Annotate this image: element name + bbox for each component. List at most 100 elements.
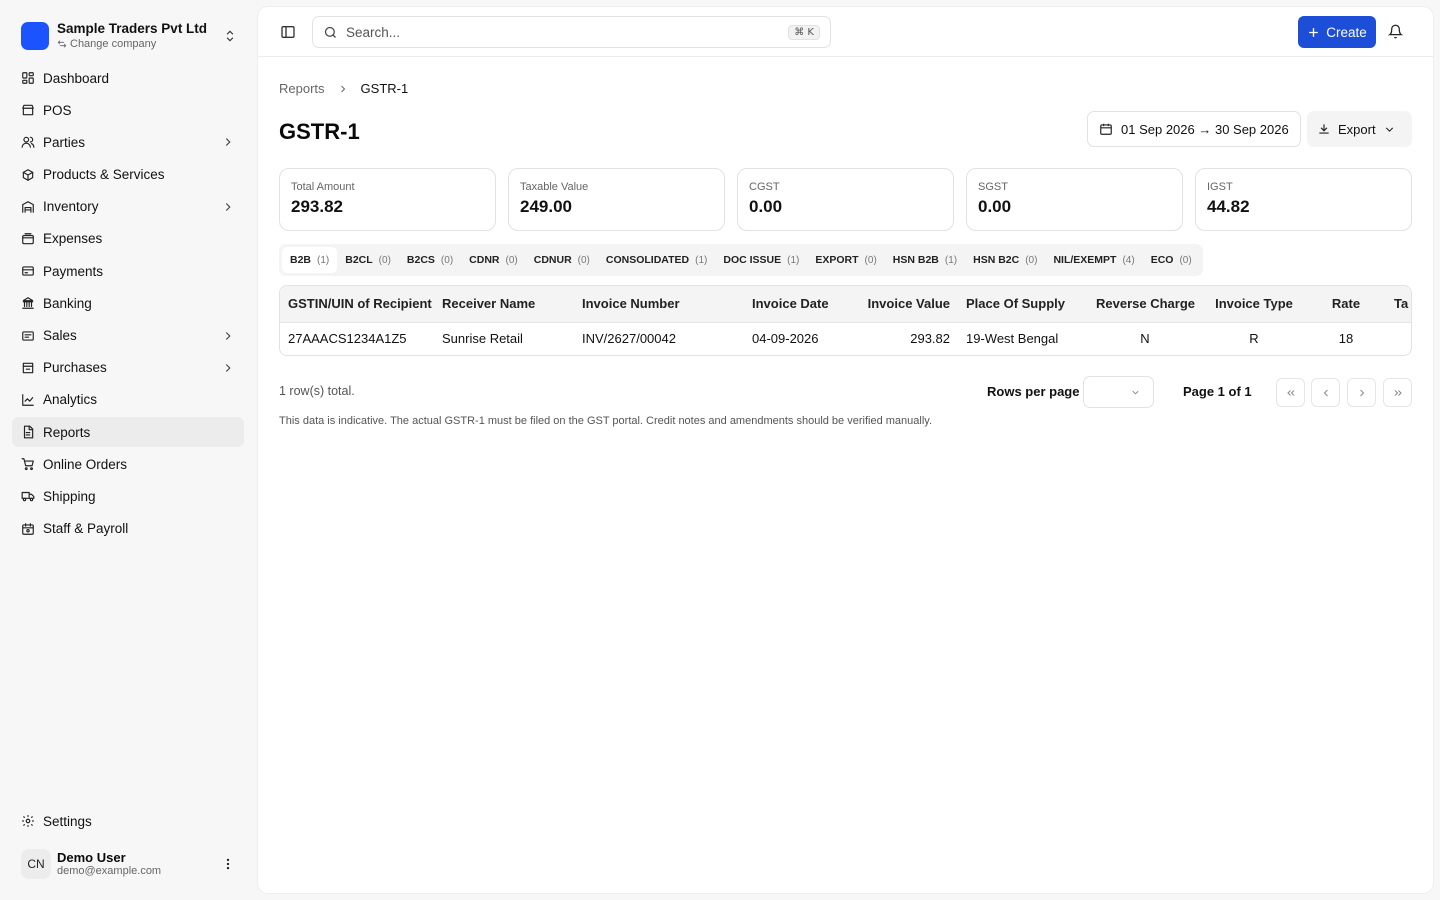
store-icon	[21, 103, 35, 117]
stat-card-cgst: CGST 0.00	[737, 168, 954, 231]
sidebar-item-parties[interactable]: Parties	[12, 127, 244, 157]
column-header[interactable]: Invoice Date	[744, 286, 844, 322]
table-cell	[1386, 322, 1411, 355]
stat-value: 44.82	[1207, 197, 1250, 216]
tab-eco[interactable]: ECO (0)	[1143, 247, 1200, 273]
change-company-link: Change company	[57, 38, 223, 51]
more-vertical-icon[interactable]	[221, 857, 235, 871]
tab-count: (1)	[317, 254, 330, 266]
chevron-down-icon	[1130, 387, 1141, 398]
chevron-right-icon	[221, 135, 235, 149]
tab-cdnur[interactable]: CDNUR (0)	[526, 247, 598, 273]
create-button[interactable]: Create	[1298, 16, 1376, 48]
tab-doc-issue[interactable]: DOC ISSUE (1)	[715, 247, 807, 273]
warehouse-icon	[21, 200, 35, 214]
sidebar-nav: Dashboard POS Parties Products & Services In…	[12, 63, 244, 546]
stat-card-sgst: SGST 0.00	[966, 168, 1183, 231]
sidebar-item-staff-payroll[interactable]: Staff & Payroll	[12, 514, 244, 544]
sidebar-item-products-services[interactable]: Products & Services	[12, 160, 244, 190]
tab-b2cl[interactable]: B2CL (0)	[337, 247, 399, 273]
tab-label: CONSOLIDATED	[605, 254, 690, 266]
sidebar-item-shipping[interactable]: Shipping	[12, 481, 244, 511]
rows-per-page-select[interactable]	[1083, 376, 1154, 408]
dashboard-icon	[21, 71, 35, 85]
sidebar-toggle-icon[interactable]	[280, 24, 296, 40]
sidebar-item-online-orders[interactable]: Online Orders	[12, 449, 244, 479]
sidebar-item-sales[interactable]: Sales	[12, 321, 244, 351]
column-header[interactable]: Invoice Type	[1202, 286, 1306, 322]
tab-hsn-b2b[interactable]: HSN B2B (1)	[885, 247, 965, 273]
tab-label: EXPORT	[815, 254, 859, 266]
stat-label: Taxable Value	[520, 181, 589, 193]
search-input[interactable]: Search... ⌘ K	[312, 16, 831, 48]
sidebar-item-label: Purchases	[43, 360, 107, 376]
column-header[interactable]: Rate	[1306, 286, 1386, 322]
tab-label: B2B	[290, 254, 312, 266]
breadcrumb: Reports GSTR-1	[279, 81, 408, 96]
sidebar-item-inventory[interactable]: Inventory	[12, 192, 244, 222]
sidebar-item-expenses[interactable]: Expenses	[12, 224, 244, 254]
table-body: 27AAACS1234A1Z5 Sunrise Retail INV/2627/00…	[280, 322, 1411, 355]
sidebar-item-label: Sales	[43, 328, 77, 343]
stat-value: 0.00	[749, 197, 783, 216]
sales-icon	[21, 329, 35, 343]
prev-page-button[interactable]	[1311, 378, 1340, 407]
sidebar-item-pos[interactable]: POS	[12, 95, 244, 125]
bell-icon[interactable]	[1388, 24, 1403, 39]
tab-b2cs[interactable]: B2CS (0)	[399, 247, 461, 273]
truck-icon	[21, 489, 35, 503]
column-header[interactable]: Invoice Value	[844, 286, 958, 322]
tab-nil-exempt[interactable]: NIL/EXEMPT (4)	[1045, 247, 1142, 273]
next-page-button[interactable]	[1347, 378, 1376, 407]
export-button[interactable]: Export	[1307, 111, 1412, 147]
sidebar-item-purchases[interactable]: Purchases	[12, 353, 244, 383]
last-page-button[interactable]	[1383, 378, 1412, 407]
column-header[interactable]: Place Of Supply	[958, 286, 1088, 322]
column-header[interactable]: GSTIN/UIN of Recipient	[280, 286, 434, 322]
tab-count: (0)	[864, 254, 877, 266]
sidebar-item-label: Shipping	[43, 488, 96, 504]
column-header[interactable]: Reverse Charge	[1088, 286, 1202, 322]
sidebar-item-dashboard[interactable]: Dashboard	[12, 63, 244, 93]
company-switcher[interactable]: Sample Traders Pvt Ltd Change company	[12, 12, 246, 60]
search-icon	[323, 25, 338, 40]
tab-label: CDNUR	[533, 254, 572, 266]
sidebar-item-reports[interactable]: Reports	[12, 417, 244, 448]
tab-b2b[interactable]: B2B (1)	[282, 247, 338, 273]
avatar: CN	[21, 849, 51, 879]
bank-icon	[21, 296, 35, 310]
package-icon	[21, 168, 35, 182]
sidebar-item-label: Expenses	[43, 231, 103, 247]
column-header[interactable]: Receiver Name	[434, 286, 574, 322]
wallet-icon	[21, 232, 35, 246]
sidebar-item-label: Payments	[43, 263, 104, 279]
sidebar-item-label: Dashboard	[43, 70, 110, 86]
table-footer: 1 row(s) total. Rows per page Page 1 of …	[279, 375, 1412, 409]
tab-cdnr[interactable]: CDNR (0)	[461, 247, 526, 273]
chevron-right-icon	[337, 83, 349, 95]
company-name: Sample Traders Pvt Ltd	[57, 21, 208, 37]
table-cell: 04-09-2026	[752, 331, 819, 347]
first-page-button[interactable]	[1276, 378, 1305, 407]
tab-export[interactable]: EXPORT (0)	[807, 247, 884, 273]
sidebar-item-banking[interactable]: Banking	[12, 288, 244, 318]
search-placeholder: Search...	[346, 24, 401, 40]
tab-hsn-b2c[interactable]: HSN B2C (0)	[965, 247, 1045, 273]
table-header: GSTIN/UIN of Recipient Receiver Name Invoi…	[280, 286, 1411, 322]
sidebar-item-payments[interactable]: Payments	[12, 256, 244, 286]
column-header[interactable]: Invoice Number	[574, 286, 744, 322]
column-header[interactable]: Ta	[1386, 286, 1411, 322]
tab-consolidated[interactable]: CONSOLIDATED (1)	[598, 247, 715, 273]
chevron-right-icon	[221, 361, 235, 375]
date-range-picker[interactable]: 01 Sep 2026 → 30 Sep 2026	[1087, 111, 1301, 147]
chevron-right-icon	[221, 329, 235, 343]
sidebar-item-settings[interactable]: Settings	[12, 806, 244, 836]
breadcrumb-reports[interactable]: Reports	[279, 81, 325, 96]
user-menu[interactable]: CN Demo User demo@example.com	[12, 842, 244, 886]
page-info: Page 1 of 1	[1183, 384, 1252, 399]
table-row[interactable]: 27AAACS1234A1Z5 Sunrise Retail INV/2627/00…	[280, 322, 1411, 355]
stat-card-taxable-value: Taxable Value 249.00	[508, 168, 725, 231]
sidebar-item-label: Settings	[43, 813, 92, 829]
sidebar-item-analytics[interactable]: Analytics	[12, 385, 244, 415]
cart-icon	[21, 457, 35, 471]
